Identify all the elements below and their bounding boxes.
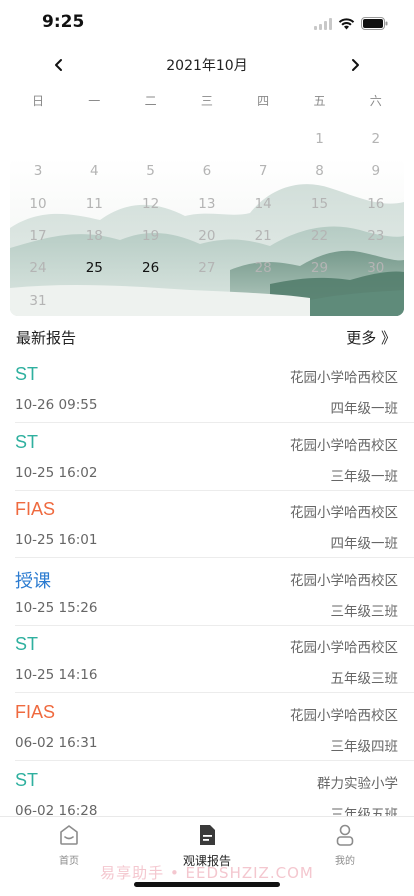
calendar-day[interactable]: 21 [235, 220, 291, 252]
calendar-day[interactable]: 22 [292, 220, 348, 252]
calendar-day[interactable]: 29 [292, 252, 348, 284]
weekday-label: 日 [31, 94, 44, 108]
status-time: 9:25 [42, 12, 85, 32]
calendar-day[interactable]: 24 [10, 252, 66, 284]
report-school: 花园小学哈西校区 [290, 640, 398, 657]
calendar-day[interactable]: 27 [179, 252, 235, 284]
report-type: 授课 [15, 570, 51, 591]
tab-profile[interactable]: 我的 [276, 823, 414, 867]
report-time: 10-25 16:02 [15, 464, 98, 481]
calendar-day[interactable]: 11 [66, 188, 122, 220]
latest-reports-header: 最新报告 更多 》 [0, 320, 414, 352]
report-list-item[interactable]: FIAS 花园小学哈西校区 10-25 16:01 四年级一班 [0, 491, 414, 559]
report-type: ST [15, 364, 39, 384]
report-list-item[interactable]: ST 群力实验小学 06-02 16:28 三年级五班 [0, 762, 414, 816]
report-time: 10-25 15:26 [15, 599, 98, 616]
report-class: 三年级三班 [330, 603, 399, 620]
calendar-day[interactable]: 20 [179, 220, 235, 252]
calendar-day[interactable]: 10 [10, 188, 66, 220]
report-class: 三年级五班 [330, 806, 399, 816]
weekday-row: 日一二三四五六 [10, 86, 404, 114]
calendar-day[interactable]: 31 [10, 285, 66, 317]
report-time: 10-25 16:01 [15, 532, 98, 549]
report-class: 三年级四班 [330, 739, 399, 755]
weekday-label: 二 [144, 94, 157, 108]
report-list-item[interactable]: FIAS 花园小学哈西校区 06-02 16:31 三年级四班 [0, 694, 414, 761]
calendar-day[interactable]: 5 [123, 155, 179, 187]
calendar-day[interactable]: 1 [292, 123, 348, 155]
report-type: FIAS [15, 702, 56, 722]
report-school: 群力实验小学 [317, 775, 398, 792]
calendar-day[interactable]: 19 [123, 220, 179, 252]
battery-icon [361, 15, 388, 34]
report-school: 花园小学哈西校区 [290, 572, 398, 589]
signal-icon [314, 15, 332, 34]
calendar-day[interactable]: 7 [235, 155, 291, 187]
calendar-day[interactable]: 30 [348, 252, 404, 284]
wifi-icon [338, 15, 355, 34]
report-school: 花园小学哈西校区 [290, 370, 398, 386]
report-list-item[interactable]: ST 花园小学哈西校区 10-26 09:55 四年级一班 [0, 356, 414, 423]
report-time: 10-25 14:16 [15, 667, 98, 684]
status-bar: 9:25 [0, 0, 414, 44]
calendar-day[interactable]: 4 [66, 155, 122, 187]
report-school: 花园小学哈西校区 [290, 437, 398, 454]
calendar-day[interactable]: 25 [66, 252, 122, 284]
calendar-day[interactable]: 14 [235, 188, 291, 220]
weekday-label: 四 [257, 94, 270, 108]
calendar-day[interactable]: 6 [179, 155, 235, 187]
home-indicator [134, 882, 280, 887]
report-class: 五年级三班 [330, 671, 399, 688]
watermark-text: 易享助手 • EEDSHZIZ.COM [100, 864, 314, 882]
report-class: 三年级一班 [330, 468, 399, 485]
home-icon [60, 825, 78, 845]
tab-home[interactable]: 首页 [0, 823, 138, 867]
calendar-day[interactable]: 12 [123, 188, 179, 220]
report-time: 06-02 16:31 [15, 735, 98, 751]
next-month-button[interactable] [344, 54, 366, 76]
calendar-day[interactable]: 16 [348, 188, 404, 220]
report-type: ST [15, 431, 39, 452]
report-school: 花园小学哈西校区 [290, 708, 398, 724]
calendar-day[interactable]: 17 [10, 220, 66, 252]
report-time: 10-26 09:55 [15, 397, 98, 413]
report-time: 06-02 16:28 [15, 802, 98, 816]
section-title: 最新报告 [16, 329, 77, 347]
weekday-label: 五 [313, 94, 326, 108]
report-class: 四年级一班 [330, 536, 399, 553]
calendar-day[interactable]: 8 [292, 155, 348, 187]
calendar-day[interactable]: 26 [123, 252, 179, 284]
chevron-right-icon [352, 59, 359, 71]
calendar-day[interactable]: 13 [179, 188, 235, 220]
report-school: 花园小学哈西校区 [290, 505, 398, 522]
calendar-day[interactable]: 15 [292, 188, 348, 220]
report-class: 四年级一班 [330, 401, 399, 417]
report-list: ST 花园小学哈西校区 10-26 09:55 四年级一班 ST 花园小学哈西校区 10-2… [0, 356, 414, 816]
weekday-label: 一 [88, 94, 101, 108]
report-type: ST [15, 634, 39, 655]
calendar-day[interactable]: 23 [348, 220, 404, 252]
report-list-item[interactable]: ST 花园小学哈西校区 10-25 14:16 五年级三班 [0, 626, 414, 694]
calendar-day[interactable]: 3 [10, 155, 66, 187]
report-list-item[interactable]: ST 花园小学哈西校区 10-25 16:02 三年级一班 [0, 424, 414, 491]
calendar-day[interactable]: 2 [348, 123, 404, 155]
report-type: FIAS [15, 499, 56, 520]
calendar-day[interactable]: 9 [348, 155, 404, 187]
calendar-day[interactable]: 28 [235, 252, 291, 284]
report-list-item[interactable]: 授课 花园小学哈西校区 10-25 15:26 三年级三班 [0, 559, 414, 626]
weekday-label: 三 [200, 94, 213, 108]
month-header: 2021年10月 [0, 52, 414, 78]
profile-icon [336, 824, 354, 846]
calendar: 日一二三四五六 1 2 3 4 5 6 7 8 9 10 11 12 13 14 15 16 17 18 19 20 2… [10, 86, 404, 318]
calendar-day[interactable]: 18 [66, 220, 122, 252]
report-icon [200, 825, 215, 845]
weekday-label: 六 [369, 94, 382, 108]
more-reports-link[interactable]: 更多 》 [346, 327, 396, 348]
report-type: ST [15, 769, 39, 790]
status-icons [314, 15, 388, 34]
